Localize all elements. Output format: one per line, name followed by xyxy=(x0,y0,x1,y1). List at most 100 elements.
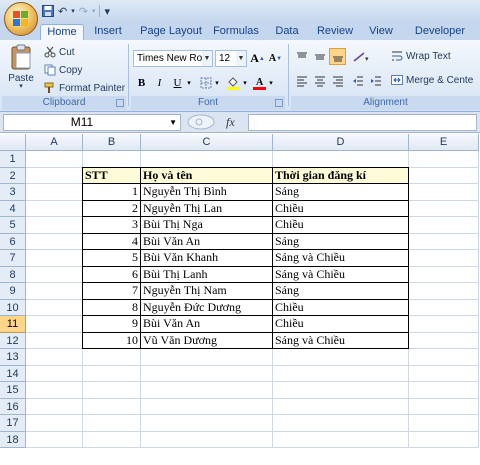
tab-insert[interactable]: Insert xyxy=(88,24,128,40)
cell-a15[interactable] xyxy=(26,382,83,399)
cell-e7[interactable] xyxy=(409,250,479,267)
orientation-button[interactable]: ▾ xyxy=(349,48,375,65)
align-left-button[interactable] xyxy=(293,72,310,89)
cell-a10[interactable] xyxy=(26,299,83,316)
cell-a4[interactable] xyxy=(26,200,83,217)
cell-e10[interactable] xyxy=(409,299,479,316)
row-header-4[interactable]: 4 xyxy=(0,200,26,217)
cell-a5[interactable] xyxy=(26,217,83,234)
row-header-12[interactable]: 12 xyxy=(0,332,26,349)
cell-a17[interactable] xyxy=(26,415,83,432)
paste-button[interactable]: Paste ▾ xyxy=(6,44,36,94)
redo-button[interactable]: ↷ xyxy=(79,4,88,18)
column-header-a[interactable]: A xyxy=(26,134,83,151)
underline-dropdown-icon[interactable]: ▾ xyxy=(185,74,193,91)
copy-button[interactable]: Copy xyxy=(44,62,82,78)
name-cell[interactable]: Bùi Văn An xyxy=(141,233,273,250)
cell-e5[interactable] xyxy=(409,217,479,234)
name-cell[interactable]: Bùi Thị Lanh xyxy=(141,266,273,283)
cell-c1[interactable] xyxy=(141,151,273,168)
tab-review[interactable]: Review xyxy=(314,24,356,40)
name-cell[interactable]: Nguyễn Thị Lan xyxy=(141,200,273,217)
cell-d17[interactable] xyxy=(273,415,409,432)
stt-cell[interactable]: 10 xyxy=(83,332,141,349)
table-header-cell[interactable]: STT xyxy=(83,167,141,184)
row-header-11[interactable]: 11 xyxy=(0,316,26,333)
tab-view[interactable]: View xyxy=(364,24,398,40)
cell-c17[interactable] xyxy=(141,415,273,432)
row-header-5[interactable]: 5 xyxy=(0,217,26,234)
cell-b1[interactable] xyxy=(83,151,141,168)
tab-page-layout[interactable]: Page Layout xyxy=(138,24,204,40)
cell-c18[interactable] xyxy=(141,431,273,448)
cell-b13[interactable] xyxy=(83,349,141,366)
time-slot-cell[interactable]: Sáng và Chiều xyxy=(273,266,409,283)
cell-a6[interactable] xyxy=(26,233,83,250)
cell-a12[interactable] xyxy=(26,332,83,349)
name-cell[interactable]: Vũ Văn Dương xyxy=(141,332,273,349)
italic-button[interactable]: I xyxy=(151,74,168,91)
cell-a8[interactable] xyxy=(26,266,83,283)
cell-e9[interactable] xyxy=(409,283,479,300)
cell-a7[interactable] xyxy=(26,250,83,267)
wrap-text-button[interactable]: Wrap Text xyxy=(391,48,451,64)
stt-cell[interactable]: 9 xyxy=(83,316,141,333)
stt-cell[interactable]: 1 xyxy=(83,184,141,201)
undo-button[interactable]: ↶ xyxy=(58,4,67,18)
cell-b15[interactable] xyxy=(83,382,141,399)
cell-a2[interactable] xyxy=(26,167,83,184)
cell-e1[interactable] xyxy=(409,151,479,168)
decrease-indent-button[interactable] xyxy=(349,72,366,89)
grow-font-button[interactable]: A ▲ xyxy=(249,50,266,67)
row-header-7[interactable]: 7 xyxy=(0,250,26,267)
cell-a16[interactable] xyxy=(26,398,83,415)
bold-button[interactable]: B xyxy=(133,74,150,91)
formula-input[interactable] xyxy=(248,114,477,131)
tab-formulas[interactable]: Formulas xyxy=(210,24,262,40)
align-top-button[interactable] xyxy=(293,48,310,65)
row-header-2[interactable]: 2 xyxy=(0,167,26,184)
time-slot-cell[interactable]: Sáng và Chiều xyxy=(273,332,409,349)
cell-a14[interactable] xyxy=(26,365,83,382)
undo-dropdown-icon[interactable]: ▾ xyxy=(71,4,75,18)
time-slot-cell[interactable]: Chiều xyxy=(273,200,409,217)
underline-button[interactable]: U xyxy=(169,74,186,91)
paste-dropdown-icon[interactable]: ▾ xyxy=(6,83,36,90)
format-painter-button[interactable]: Format Painter xyxy=(44,80,125,96)
stt-cell[interactable]: 3 xyxy=(83,217,141,234)
merge-center-button[interactable]: Merge & Cente xyxy=(391,72,473,88)
cell-e15[interactable] xyxy=(409,382,479,399)
table-header-cell[interactable]: Họ và tên xyxy=(141,167,273,184)
cell-d18[interactable] xyxy=(273,431,409,448)
stt-cell[interactable]: 4 xyxy=(83,233,141,250)
column-header-e[interactable]: E xyxy=(409,134,479,151)
cell-e2[interactable] xyxy=(409,167,479,184)
row-header-6[interactable]: 6 xyxy=(0,233,26,250)
cell-b16[interactable] xyxy=(83,398,141,415)
cell-c13[interactable] xyxy=(141,349,273,366)
cell-b17[interactable] xyxy=(83,415,141,432)
cell-c15[interactable] xyxy=(141,382,273,399)
cell-d15[interactable] xyxy=(273,382,409,399)
borders-dropdown-icon[interactable]: ▾ xyxy=(213,74,221,91)
time-slot-cell[interactable]: Chiều xyxy=(273,316,409,333)
cell-a3[interactable] xyxy=(26,184,83,201)
insert-function-icon[interactable]: fx xyxy=(226,115,235,130)
name-box[interactable]: M11 ▼ xyxy=(3,114,181,131)
cell-a11[interactable] xyxy=(26,316,83,333)
row-header-18[interactable]: 18 xyxy=(0,431,26,448)
cell-e18[interactable] xyxy=(409,431,479,448)
row-header-1[interactable]: 1 xyxy=(0,151,26,168)
align-bottom-button[interactable] xyxy=(329,48,346,65)
cell-d1[interactable] xyxy=(273,151,409,168)
time-slot-cell[interactable]: Chiều xyxy=(273,299,409,316)
name-cell[interactable]: Bùi Văn An xyxy=(141,316,273,333)
cell-c16[interactable] xyxy=(141,398,273,415)
office-button[interactable] xyxy=(4,2,38,36)
name-cell[interactable]: Bùi Văn Khanh xyxy=(141,250,273,267)
row-header-15[interactable]: 15 xyxy=(0,382,26,399)
clipboard-dialog-launcher-icon[interactable] xyxy=(116,99,124,107)
cell-b18[interactable] xyxy=(83,431,141,448)
column-header-c[interactable]: C xyxy=(141,134,273,151)
tab-home[interactable]: Home xyxy=(40,24,84,41)
